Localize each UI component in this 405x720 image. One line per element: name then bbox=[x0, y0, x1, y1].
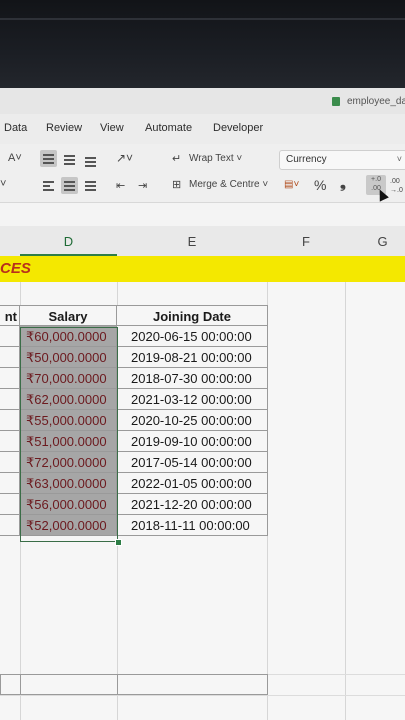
table-cell[interactable] bbox=[0, 326, 20, 347]
fill-handle[interactable] bbox=[115, 539, 122, 546]
joining-date-cell[interactable]: 2019-09-10 00:00:00 bbox=[117, 431, 268, 452]
align-middle-button[interactable] bbox=[61, 150, 78, 167]
number-format-select[interactable]: Currency ˅ bbox=[279, 150, 405, 170]
merge-centre-button[interactable]: Merge & Centre ˅ bbox=[189, 179, 268, 190]
align-top-button[interactable] bbox=[40, 150, 57, 167]
banner-title: CES bbox=[0, 260, 31, 277]
comma-style-button[interactable]: ❟ bbox=[340, 175, 346, 192]
table-cell[interactable] bbox=[0, 515, 20, 536]
wrap-text-icon: ↵ bbox=[172, 153, 182, 165]
menu-view[interactable]: View bbox=[100, 122, 124, 134]
window-title: employee_da bbox=[347, 96, 405, 107]
table-cell[interactable] bbox=[0, 347, 20, 368]
menu-data[interactable]: Data bbox=[4, 122, 27, 134]
table-cell[interactable] bbox=[0, 452, 20, 473]
menu-automate[interactable]: Automate bbox=[145, 122, 192, 134]
joining-date-cell[interactable]: 2021-03-12 00:00:00 bbox=[117, 389, 268, 410]
menu-review[interactable]: Review bbox=[46, 122, 82, 134]
align-left-button[interactable] bbox=[40, 177, 57, 194]
grid-line bbox=[0, 695, 405, 696]
joining-date-cell[interactable]: 2020-06-15 00:00:00 bbox=[117, 326, 268, 347]
joining-date-cell[interactable]: 2020-10-25 00:00:00 bbox=[117, 410, 268, 431]
align-bottom-button[interactable] bbox=[82, 150, 99, 167]
bezel-reflection bbox=[0, 18, 405, 20]
decrease-indent-icon[interactable]: ⇤ bbox=[116, 179, 125, 192]
menu-bar: Data Review View Automate Developer bbox=[0, 114, 405, 144]
monitor-bezel bbox=[0, 0, 405, 88]
align-center-button[interactable] bbox=[61, 177, 78, 194]
joining-date-cell[interactable]: 2017-05-14 00:00:00 bbox=[117, 452, 268, 473]
column-headers: D E F G bbox=[0, 226, 405, 257]
table-cell[interactable] bbox=[0, 389, 20, 410]
formula-bar[interactable] bbox=[0, 202, 405, 228]
joining-date-cell[interactable]: 2019-08-21 00:00:00 bbox=[117, 347, 268, 368]
percent-style-button[interactable]: % bbox=[314, 177, 326, 193]
number-format-value: Currency bbox=[286, 154, 327, 165]
menu-developer[interactable]: Developer bbox=[213, 122, 263, 134]
joining-date-cell[interactable]: 2022-01-05 00:00:00 bbox=[117, 473, 268, 494]
merge-centre-icon: ⊞ bbox=[172, 179, 182, 191]
grid-line bbox=[345, 256, 346, 720]
joining-date-cell[interactable]: 2018-07-30 00:00:00 bbox=[117, 368, 268, 389]
selection-range bbox=[20, 327, 118, 542]
header-cell-joining-date[interactable]: Joining Date bbox=[117, 305, 268, 326]
ribbon-toolbar: A˅ ˅ ↗˅ ⇤ ⇥ ↵ Wrap Text ˅ ⊞ Merge & Cent… bbox=[0, 144, 405, 202]
table-cell[interactable] bbox=[0, 368, 20, 389]
header-cell-salary[interactable]: Salary bbox=[20, 305, 117, 326]
decrease-decimal-button[interactable]: .00 →.0 bbox=[390, 177, 403, 195]
wrap-text-button[interactable]: Wrap Text ˅ bbox=[189, 153, 242, 164]
total-cell[interactable] bbox=[20, 674, 118, 695]
total-cell[interactable] bbox=[0, 674, 21, 695]
table-cell[interactable] bbox=[0, 473, 20, 494]
table-cell[interactable] bbox=[0, 410, 20, 431]
title-banner: CES bbox=[0, 256, 405, 282]
excel-file-icon bbox=[332, 97, 340, 106]
column-header-e[interactable]: E bbox=[117, 234, 267, 249]
decrease-font-size-button[interactable]: A˅ bbox=[8, 152, 22, 164]
align-right-button[interactable] bbox=[82, 177, 99, 194]
table-cell[interactable] bbox=[0, 431, 20, 452]
joining-date-cell[interactable]: 2021-12-20 00:00:00 bbox=[117, 494, 268, 515]
column-header-d[interactable]: D bbox=[20, 234, 117, 249]
title-bar: employee_da bbox=[0, 88, 405, 114]
increase-indent-icon[interactable]: ⇥ bbox=[138, 179, 147, 192]
accounting-format-icon[interactable]: ▤˅ bbox=[284, 179, 299, 190]
total-cell[interactable] bbox=[117, 674, 268, 695]
worksheet-grid[interactable]: CES nt Salary Joining Date ₹60,000.0000 2… bbox=[0, 256, 405, 720]
joining-date-cell[interactable]: 2018-11-11 00:00:00 bbox=[117, 515, 268, 536]
chevron-down-icon: ˅ bbox=[396, 154, 402, 164]
spreadsheet-window: employee_da Data Review View Automate De… bbox=[0, 88, 405, 720]
table-cell[interactable] bbox=[0, 494, 20, 515]
column-header-f[interactable]: F bbox=[267, 234, 345, 249]
text-orientation-icon[interactable]: ↗˅ bbox=[116, 151, 133, 165]
header-cell-truncated[interactable]: nt bbox=[0, 305, 20, 326]
column-header-g[interactable]: G bbox=[345, 234, 405, 249]
font-dropdown-chevron-icon[interactable]: ˅ bbox=[0, 178, 6, 190]
